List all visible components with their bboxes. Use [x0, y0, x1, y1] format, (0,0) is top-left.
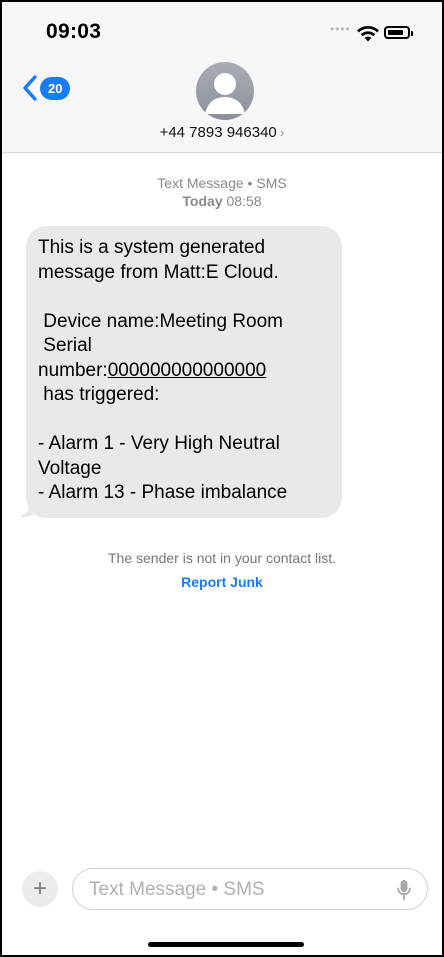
message-line — [38, 285, 330, 310]
person-icon — [205, 73, 245, 114]
message-line: This is a system generated — [38, 237, 266, 258]
messages-screen: 09:03 •••• 20 +44 7893 946340 › Text Mes… — [0, 0, 444, 957]
serial-number-link[interactable]: 000000000000000 — [108, 360, 267, 381]
timestamp-time: 08:58 — [226, 193, 262, 209]
unread-count-badge: 20 — [40, 76, 71, 100]
contact-avatar[interactable] — [196, 62, 254, 120]
chevron-right-icon: › — [279, 124, 285, 140]
contact-name-button[interactable]: +44 7893 946340 › — [2, 124, 442, 141]
contact-number: +44 7893 946340 — [159, 124, 277, 141]
serial-prefix: number: — [38, 359, 108, 381]
compose-field[interactable] — [72, 868, 428, 910]
status-time: 09:03 — [46, 20, 102, 43]
message-line — [38, 408, 330, 433]
apps-plus-button[interactable]: + — [22, 871, 58, 907]
chevron-left-icon — [23, 75, 37, 101]
message-type-label: Text Message • SMS — [157, 175, 287, 191]
message-line: has triggered: — [38, 384, 160, 405]
home-indicator[interactable] — [148, 942, 304, 947]
battery-icon — [384, 26, 413, 39]
message-line: message from Matt:E Cloud. — [38, 261, 279, 283]
unknown-sender-notice: The sender is not in your contact list. — [108, 550, 336, 566]
back-button[interactable]: 20 — [22, 74, 71, 102]
signal-dots-icon: •••• — [330, 22, 351, 36]
timestamp-day: Today — [182, 193, 223, 209]
message-line: Device name:Meeting Room — [38, 310, 283, 332]
message-timestamp: Today 08:58 — [2, 192, 442, 210]
status-bar: 09:03 •••• — [2, 2, 442, 62]
message-line: - Alarm 1 - Very High Neutral — [38, 433, 280, 454]
conversation-header: 09:03 •••• 20 +44 7893 946340 › — [2, 2, 442, 153]
report-junk-link[interactable]: Report Junk — [2, 574, 442, 590]
wifi-icon — [357, 25, 379, 42]
bubble-tail — [19, 500, 37, 518]
incoming-message-bubble[interactable]: This is a system generated message from … — [26, 226, 342, 518]
message-line: - Alarm 13 - Phase imbalance — [38, 482, 288, 503]
message-line: Voltage — [38, 457, 102, 479]
message-input[interactable] — [87, 875, 381, 905]
message-meta: Text Message • SMS Today 08:58 — [2, 174, 442, 210]
message-line: Serial — [38, 335, 92, 356]
message-line: number:000000000000000 — [38, 359, 330, 384]
microphone-icon[interactable] — [397, 879, 411, 901]
